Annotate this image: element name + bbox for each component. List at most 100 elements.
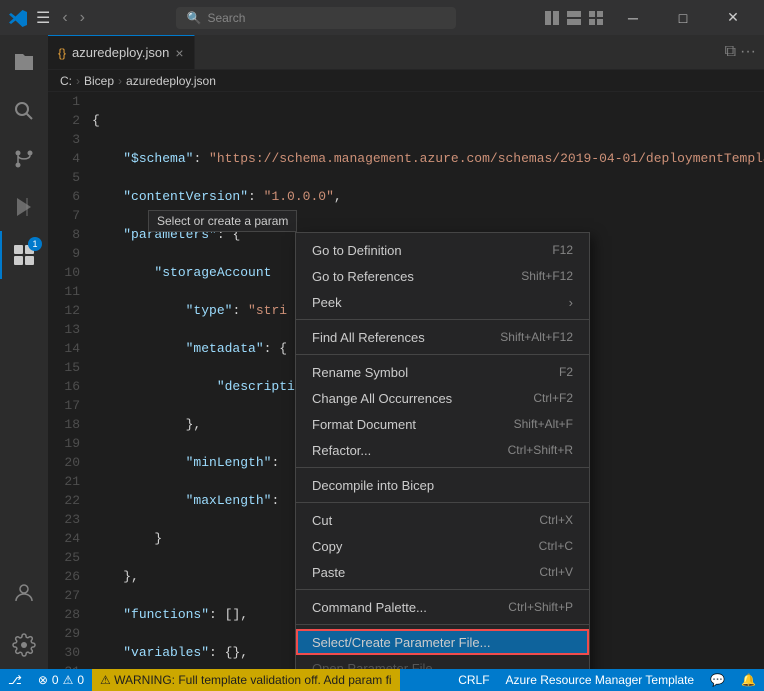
- menu-find-all-references[interactable]: Find All References Shift+Alt+F12: [296, 324, 589, 350]
- status-right: CRLF Azure Resource Manager Template 💬 🔔: [450, 669, 764, 691]
- menu-shortcut: Ctrl+V: [539, 565, 573, 579]
- status-git-branch[interactable]: ⎇: [0, 669, 30, 691]
- menu-change-all-occurrences[interactable]: Change All Occurrences Ctrl+F2: [296, 385, 589, 411]
- line-num-20: 20: [48, 453, 80, 472]
- line-num-21: 21: [48, 472, 80, 491]
- activity-item-run[interactable]: [0, 183, 48, 231]
- layout-icon-3[interactable]: [588, 10, 604, 26]
- menu-copy[interactable]: Copy Ctrl+C: [296, 533, 589, 559]
- menu-go-to-references[interactable]: Go to References Shift+F12: [296, 263, 589, 289]
- status-language[interactable]: Azure Resource Manager Template: [498, 669, 703, 691]
- line-num-10: 10: [48, 263, 80, 282]
- menu-item-label: Select/Create Parameter File...: [312, 635, 490, 650]
- editor-body[interactable]: 1 2 3 4 5 6 7 8 9 10 11 12 13 14 15 16 1…: [48, 92, 764, 669]
- activity-item-account[interactable]: [0, 569, 48, 617]
- activity-item-explorer[interactable]: [0, 39, 48, 87]
- breadcrumb-file[interactable]: azuredeploy.json: [126, 74, 216, 88]
- line-num-1: 1: [48, 92, 80, 111]
- activity-item-settings[interactable]: [0, 621, 48, 669]
- menu-go-to-definition[interactable]: Go to Definition F12: [296, 237, 589, 263]
- line-num-15: 15: [48, 358, 80, 377]
- line-num-26: 26: [48, 567, 80, 586]
- line-num-5: 5: [48, 168, 80, 187]
- menu-item-label: Decompile into Bicep: [312, 478, 434, 493]
- line-num-8: 8: [48, 225, 80, 244]
- menu-item-label: Paste: [312, 565, 345, 580]
- close-button[interactable]: ✕: [710, 0, 756, 35]
- menu-command-palette[interactable]: Command Palette... Ctrl+Shift+P: [296, 594, 589, 620]
- line-num-11: 11: [48, 282, 80, 301]
- layout-icon-2[interactable]: [566, 10, 582, 26]
- line-num-7: 7: [48, 206, 80, 225]
- split-editor-button[interactable]: ⧉: [725, 43, 736, 61]
- restore-button[interactable]: □: [660, 0, 706, 35]
- layout-icon-1[interactable]: [544, 10, 560, 26]
- more-actions-button[interactable]: ···: [740, 43, 756, 61]
- menu-refactor[interactable]: Refactor... Ctrl+Shift+R: [296, 437, 589, 463]
- menu-item-label: Peek: [312, 295, 342, 310]
- line-numbers: 1 2 3 4 5 6 7 8 9 10 11 12 13 14 15 16 1…: [48, 92, 88, 669]
- minimize-button[interactable]: ─: [610, 0, 656, 35]
- status-errors[interactable]: ⊗ 0 ⚠ 0: [30, 669, 92, 691]
- warning-text: ⚠ WARNING: Full template validation off.…: [100, 673, 392, 687]
- breadcrumb-sep-1: ›: [76, 74, 80, 88]
- line-num-9: 9: [48, 244, 80, 263]
- status-encoding[interactable]: CRLF: [450, 669, 497, 691]
- breadcrumb-root[interactable]: C:: [60, 74, 72, 88]
- language-label: Azure Resource Manager Template: [506, 673, 695, 687]
- menu-rename-symbol[interactable]: Rename Symbol F2: [296, 359, 589, 385]
- line-num-2: 2: [48, 111, 80, 130]
- menu-peek[interactable]: Peek ›: [296, 289, 589, 315]
- line-num-14: 14: [48, 339, 80, 358]
- menu-item-label: Format Document: [312, 417, 416, 432]
- tab-label: azuredeploy.json: [72, 45, 169, 60]
- tab-file-icon: {}: [58, 46, 66, 60]
- menu-shortcut: F12: [552, 243, 573, 257]
- line-num-28: 28: [48, 605, 80, 624]
- menu-item-label: Refactor...: [312, 443, 371, 458]
- back-button[interactable]: ‹: [58, 7, 71, 29]
- status-warning-message[interactable]: ⚠ WARNING: Full template validation off.…: [92, 669, 400, 691]
- status-notifications[interactable]: 🔔: [733, 669, 764, 691]
- activity-item-extensions[interactable]: 1: [0, 231, 48, 279]
- activity-item-source-control[interactable]: [0, 135, 48, 183]
- menu-item-label: Change All Occurrences: [312, 391, 452, 406]
- menu-item-label: Command Palette...: [312, 600, 427, 615]
- encoding-label: CRLF: [458, 673, 489, 687]
- search-icon: 🔍: [187, 11, 202, 25]
- line-num-16: 16: [48, 377, 80, 396]
- menu-shortcut: Shift+Alt+F: [514, 417, 573, 431]
- line-num-6: 6: [48, 187, 80, 206]
- vscode-logo: [8, 8, 28, 28]
- tab-azuredeploy[interactable]: {} azuredeploy.json ×: [48, 35, 195, 69]
- menu-item-label: Go to Definition: [312, 243, 402, 258]
- layout-icons: [542, 8, 606, 28]
- menu-decompile-bicep[interactable]: Decompile into Bicep: [296, 472, 589, 498]
- menu-item-label: Go to References: [312, 269, 414, 284]
- status-left: ⎇ ⊗ 0 ⚠ 0 ⚠ WARNING: Full template valid…: [0, 669, 400, 691]
- menu-paste[interactable]: Paste Ctrl+V: [296, 559, 589, 585]
- forward-button[interactable]: ›: [76, 7, 89, 29]
- menu-cut[interactable]: Cut Ctrl+X: [296, 507, 589, 533]
- tab-close-button[interactable]: ×: [175, 45, 183, 61]
- line-num-24: 24: [48, 529, 80, 548]
- hamburger-menu-icon[interactable]: ☰: [36, 8, 50, 28]
- breadcrumb-folder[interactable]: Bicep: [84, 74, 114, 88]
- title-bar-left: ☰ ‹ ›: [8, 7, 89, 29]
- submenu-arrow-icon: ›: [569, 295, 573, 310]
- title-bar-right: ─ □ ✕: [542, 0, 756, 35]
- menu-select-create-parameter[interactable]: Select/Create Parameter File...: [296, 629, 589, 655]
- menu-shortcut: Ctrl+C: [539, 539, 573, 553]
- breadcrumb: C: › Bicep › azuredeploy.json: [48, 70, 764, 92]
- warning-icon: ⚠: [63, 673, 74, 687]
- menu-format-document[interactable]: Format Document Shift+Alt+F: [296, 411, 589, 437]
- status-bar: ⎇ ⊗ 0 ⚠ 0 ⚠ WARNING: Full template valid…: [0, 669, 764, 691]
- code-line-1: {: [92, 111, 764, 130]
- line-num-17: 17: [48, 396, 80, 415]
- search-input[interactable]: 🔍 Search: [176, 7, 456, 29]
- activity-item-search[interactable]: [0, 87, 48, 135]
- line-num-13: 13: [48, 320, 80, 339]
- line-num-22: 22: [48, 491, 80, 510]
- tab-bar: {} azuredeploy.json × ⧉ ···: [48, 35, 764, 70]
- status-feedback[interactable]: 💬: [702, 669, 733, 691]
